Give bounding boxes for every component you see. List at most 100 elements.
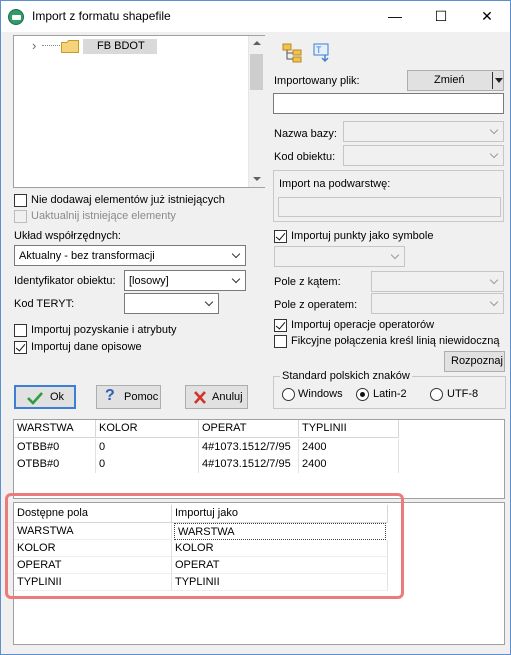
scroll-up-icon[interactable]	[253, 41, 261, 45]
teryt-label: Kod TERYT:	[14, 298, 75, 310]
window-title: Import z formatu shapefile	[32, 9, 171, 23]
import-descriptive-checkbox[interactable]	[14, 341, 27, 354]
folder-icon	[61, 40, 79, 53]
table-cell[interactable]: 2400	[299, 456, 399, 473]
grid-header[interactable]: OPERAT	[199, 420, 299, 438]
scroll-thumb[interactable]	[250, 54, 263, 90]
change-label: Zmień	[434, 74, 465, 86]
symbol-select[interactable]	[274, 246, 405, 267]
chevron-down-icon	[490, 150, 499, 159]
object-id-label: Identyfikator obiektu:	[14, 275, 116, 287]
check-icon	[27, 392, 43, 405]
object-id-value: [losowy]	[129, 275, 169, 287]
encoding-radio-utf8[interactable]	[430, 388, 443, 401]
coord-system-label: Układ współrzędnych:	[14, 230, 121, 242]
fictional-connections-label: Fikcyjne połączenia kreśl linią niewidoc…	[291, 335, 500, 347]
change-file-button[interactable]: Zmień	[407, 70, 504, 91]
detect-button[interactable]: Rozpoznaj	[444, 351, 505, 372]
import-points-checkbox[interactable]	[274, 230, 287, 243]
update-existing-label: Uaktualnij istniejące elementy	[31, 210, 176, 222]
title-bar: Import z formatu shapefile — ☐ ✕	[1, 1, 510, 32]
import-acquisition-label: Importuj pozyskanie i atrybuty	[31, 324, 177, 336]
table-cell[interactable]: OTBB#0	[14, 456, 96, 473]
chevron-down-icon	[490, 298, 499, 307]
ok-label: Ok	[50, 391, 65, 403]
tree-structure-icon[interactable]	[282, 43, 304, 63]
close-button[interactable]: ✕	[464, 1, 510, 32]
chevron-down-icon	[232, 275, 241, 284]
encoding-radio-windows[interactable]	[282, 388, 295, 401]
update-existing-checkbox	[14, 210, 27, 223]
chevron-down-icon	[205, 298, 214, 307]
ok-button[interactable]: Ok	[14, 385, 76, 409]
coord-system-select[interactable]: Aktualny - bez transformacji	[14, 245, 246, 266]
teryt-select[interactable]	[124, 293, 219, 314]
help-icon: ?	[105, 387, 115, 404]
import-sublayer-label: Import na podwarstwę:	[279, 178, 391, 190]
minimize-button[interactable]: —	[372, 1, 418, 32]
imported-file-label: Importowany plik:	[274, 75, 360, 87]
chevron-down-icon	[391, 251, 400, 260]
import-dialog: Import z formatu shapefile — ☐ ✕ › FB BD…	[0, 0, 511, 655]
grid-header[interactable]: WARSTWA	[14, 420, 96, 438]
cancel-icon	[194, 391, 206, 404]
scroll-down-icon[interactable]	[253, 177, 261, 181]
maximize-button[interactable]: ☐	[418, 1, 464, 32]
table-cell[interactable]: 0	[96, 439, 199, 456]
angle-field-label: Pole z kątem:	[274, 276, 341, 288]
fictional-connections-checkbox[interactable]	[274, 335, 287, 348]
detect-label: Rozpoznaj	[451, 355, 503, 367]
encoding-latin2-label: Latin-2	[373, 388, 407, 400]
import-descriptive-label: Importuj dane opisowe	[31, 341, 142, 353]
layer-tree[interactable]: › FB BDOT	[13, 35, 265, 188]
grid-header[interactable]: KOLOR	[96, 420, 199, 438]
encoding-windows-label: Windows	[298, 388, 343, 400]
help-label: Pomoc	[124, 391, 159, 403]
table-cell[interactable]: 0	[96, 456, 199, 473]
expand-icon[interactable]: ›	[32, 38, 36, 53]
import-operator-ops-label: Importuj operacje operatorów	[291, 319, 435, 331]
sublayer-input	[278, 197, 501, 217]
object-code-label: Kod obiektu:	[274, 151, 336, 163]
text-format-icon[interactable]: T	[313, 43, 335, 63]
object-id-select[interactable]: [losowy]	[124, 270, 246, 291]
help-button[interactable]: ? Pomoc	[96, 385, 161, 409]
chevron-down-icon	[490, 276, 499, 285]
chevron-down-icon	[490, 126, 499, 135]
coord-system-value: Aktualny - bez transformacji	[19, 250, 155, 262]
tree-scrollbar[interactable]	[248, 36, 265, 187]
db-name-select[interactable]	[343, 121, 504, 142]
no-add-existing-checkbox[interactable]	[14, 194, 27, 207]
highlight-frame	[5, 493, 404, 599]
data-preview-grid[interactable]: WARSTWA KOLOR OPERAT TYPLINII OTBB#0 0 4…	[13, 419, 505, 499]
tree-node[interactable]: FB BDOT	[83, 39, 157, 54]
table-cell[interactable]: 4#1073.1512/7/95	[199, 439, 299, 456]
table-cell[interactable]: 4#1073.1512/7/95	[199, 456, 299, 473]
import-operator-ops-checkbox[interactable]	[274, 319, 287, 332]
table-cell[interactable]: 2400	[299, 439, 399, 456]
encoding-radio-latin2[interactable]	[356, 388, 369, 401]
object-code-select[interactable]	[343, 145, 504, 166]
chevron-down-icon	[232, 250, 241, 259]
dropdown-arrow-icon[interactable]	[495, 78, 503, 83]
cancel-button[interactable]: Anuluj	[185, 385, 248, 409]
encoding-utf8-label: UTF-8	[447, 388, 479, 400]
import-points-label: Importuj punkty jako symbole	[291, 230, 434, 242]
grid-header[interactable]: TYPLINII	[299, 420, 399, 438]
encoding-legend: Standard polskich znaków	[280, 370, 412, 382]
imported-file-input[interactable]	[273, 93, 504, 114]
tree-connector	[42, 45, 60, 46]
sublayer-group: Import na podwarstwę:	[273, 170, 504, 222]
cancel-label: Anuluj	[212, 391, 243, 403]
table-cell[interactable]: OTBB#0	[14, 439, 96, 456]
import-acquisition-checkbox[interactable]	[14, 324, 27, 337]
svg-text:T: T	[316, 45, 322, 55]
operator-field-label: Pole z operatem:	[274, 299, 358, 311]
app-icon	[8, 9, 24, 25]
split-divider	[492, 72, 493, 89]
db-name-label: Nazwa bazy:	[274, 128, 337, 140]
tree-node-label: FB BDOT	[97, 40, 145, 52]
operator-field-select[interactable]	[371, 293, 504, 314]
no-add-existing-label: Nie dodawaj elementów już istniejących	[31, 194, 225, 206]
angle-field-select[interactable]	[371, 271, 504, 292]
